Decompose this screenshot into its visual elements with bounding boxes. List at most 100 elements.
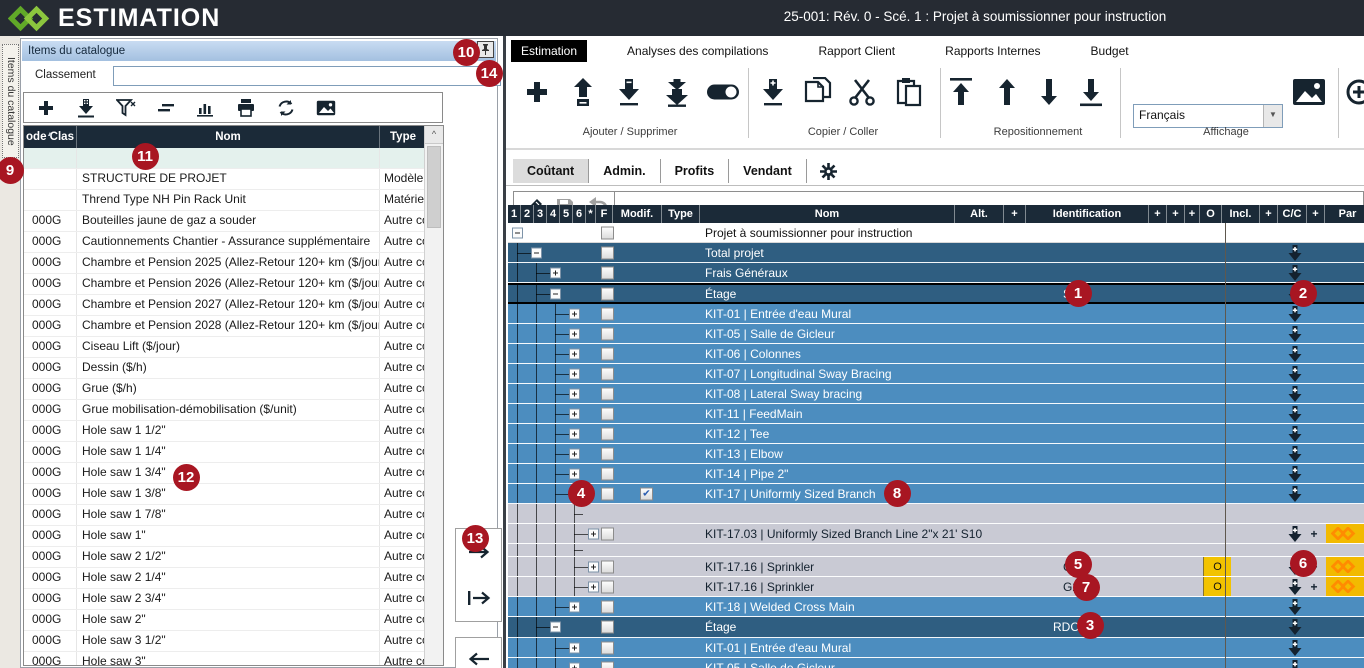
catalog-row[interactable]: STRUCTURE DE PROJETModèle <box>24 169 427 190</box>
catalog-row[interactable]: 000GHole saw 3"Autre coû <box>24 652 427 666</box>
plus-cell[interactable]: + <box>1307 527 1321 541</box>
f-checkbox[interactable] <box>601 307 614 320</box>
f-checkbox[interactable] <box>601 266 614 279</box>
classement-input[interactable] <box>113 66 501 86</box>
f-checkbox[interactable] <box>601 527 614 540</box>
tree-row[interactable]: ÉtageRDC <box>508 617 1364 638</box>
paste-add-icon[interactable] <box>758 77 788 107</box>
expand-expander-icon[interactable] <box>569 468 580 479</box>
tree-table-header[interactable]: 123456*FModif.TypeNomAlt.+Identification… <box>508 205 1364 223</box>
column-header-nom[interactable]: Nom <box>77 126 380 148</box>
tree-row[interactable]: KIT-17.03 | Uniformly Sized Branch Line … <box>508 524 1364 544</box>
tree-row[interactable]: KIT-05 | Salle de Gicleur <box>508 658 1364 668</box>
move-bottom-icon[interactable] <box>1078 77 1104 107</box>
copy-icon[interactable] <box>804 77 832 107</box>
menu-tab-rapports-internes[interactable]: Rapports Internes <box>935 40 1050 62</box>
tree-row[interactable]: KIT-14 | Pipe 2" <box>508 464 1364 484</box>
catalog-row[interactable]: Thrend Type NH Pin Rack UnitMatériel <box>24 190 427 211</box>
catalog-row[interactable]: 000GChambre et Pension 2028 (Allez-Retou… <box>24 316 427 337</box>
include-arrow-icon[interactable] <box>1288 386 1302 402</box>
add-icon[interactable] <box>34 96 58 120</box>
o-flag-cell[interactable]: O <box>1203 557 1231 576</box>
move-up-icon[interactable] <box>994 78 1020 106</box>
tree-row[interactable]: KIT-06 | Colonnes <box>508 344 1364 364</box>
catalog-scrollbar[interactable]: ^ <box>424 126 443 665</box>
tree-column-o[interactable]: O <box>1200 205 1222 223</box>
include-arrow-icon[interactable] <box>1288 265 1302 281</box>
catalog-table-header[interactable]: ▲ ode Clas Nom Type <box>24 126 427 148</box>
tree-row[interactable]: KIT-17.16 | SprinklerG1O + <box>508 557 1364 577</box>
f-checkbox[interactable] <box>601 661 614 668</box>
expand-expander-icon[interactable] <box>588 581 599 592</box>
refresh-icon[interactable] <box>274 96 298 120</box>
o-flag-cell[interactable]: O <box>1203 577 1231 596</box>
f-checkbox[interactable] <box>601 467 614 480</box>
catalog-row[interactable]: 000GHole saw 2"Autre coû <box>24 610 427 631</box>
tree-row[interactable]: KIT-01 | Entrée d'eau Mural <box>508 304 1364 324</box>
catalog-row[interactable]: 000GHole saw 1"Autre coû <box>24 526 427 547</box>
include-arrow-icon[interactable] <box>1288 579 1302 595</box>
pin-icon[interactable] <box>477 41 494 58</box>
catalog-row[interactable]: 000GChambre et Pension 2027 (Allez-Retou… <box>24 295 427 316</box>
expand-expander-icon[interactable] <box>569 642 580 653</box>
include-arrow-icon[interactable] <box>1288 466 1302 482</box>
delete-multiple-icon[interactable] <box>661 77 693 107</box>
catalog-row[interactable]: 000GDessin ($/h)Autre coû <box>24 358 427 379</box>
tree-row[interactable]: KIT-12 | Tee <box>508 424 1364 444</box>
tree-column-f[interactable]: F <box>596 205 613 223</box>
catalog-row[interactable]: 000GHole saw 1 1/2"Autre coû <box>24 421 427 442</box>
catalog-row[interactable]: 000GHole saw 1 3/8"Autre coû <box>24 484 427 505</box>
tree-column-1[interactable]: 1 <box>508 205 521 223</box>
catalog-row[interactable]: 000GHole saw 2 1/2"Autre coû <box>24 547 427 568</box>
catalog-row[interactable]: 000GHole saw 1 7/8"Autre coû <box>24 505 427 526</box>
catalog-row[interactable]: 000GChambre et Pension 2026 (Allez-Retou… <box>24 274 427 295</box>
move-down-icon[interactable] <box>1036 78 1062 106</box>
expand-expander-icon[interactable] <box>569 328 580 339</box>
tree-column-incl[interactable]: Incl. <box>1222 205 1260 223</box>
modif-checkbox-checked[interactable]: ✔ <box>640 487 653 500</box>
menu-tab-analyses-des-compilations[interactable]: Analyses des compilations <box>617 40 778 62</box>
f-checkbox[interactable] <box>601 427 614 440</box>
tree-column-cc[interactable]: C/C <box>1278 205 1307 223</box>
include-arrow-icon[interactable] <box>1288 446 1302 462</box>
include-arrow-icon[interactable] <box>1288 426 1302 442</box>
expand-expander-icon[interactable] <box>569 368 580 379</box>
f-checkbox[interactable] <box>601 347 614 360</box>
include-arrow-icon[interactable] <box>1288 486 1302 502</box>
tree-row[interactable]: KIT-08 | Lateral Sway bracing <box>508 384 1364 404</box>
expand-expander-icon[interactable] <box>569 388 580 399</box>
f-checkbox[interactable] <box>601 387 614 400</box>
f-checkbox[interactable] <box>601 600 614 613</box>
plus-cell[interactable]: + <box>1307 580 1321 594</box>
gear-icon[interactable] <box>807 162 850 181</box>
expand-expander-icon[interactable] <box>569 308 580 319</box>
include-arrow-icon[interactable] <box>1288 640 1302 656</box>
column-header-code[interactable]: ▲ ode Clas <box>24 126 77 148</box>
expand-expander-icon[interactable] <box>569 601 580 612</box>
tree-row[interactable]: ÉtageSS <box>508 283 1364 304</box>
catalog-row[interactable]: 000GChambre et Pension 2025 (Allez-Retou… <box>24 253 427 274</box>
catalog-link-cell[interactable] <box>1326 524 1364 543</box>
language-select[interactable]: Français ▼ <box>1133 104 1283 128</box>
catalog-row[interactable]: 000GBouteilles jaune de gaz a souderAutr… <box>24 211 427 232</box>
include-arrow-icon[interactable] <box>1288 406 1302 422</box>
expand-expander-icon[interactable] <box>588 561 599 572</box>
tree-column-plus-15[interactable]: + <box>1167 205 1185 223</box>
tree-column-4[interactable]: 4 <box>547 205 560 223</box>
catalog-row[interactable]: 000GHole saw 3 1/2"Autre coû <box>24 631 427 652</box>
import-icon[interactable] <box>74 96 98 120</box>
f-checkbox[interactable] <box>601 246 614 259</box>
move-all-right-button[interactable] <box>462 583 496 613</box>
tree-column-plus-14[interactable]: + <box>1149 205 1167 223</box>
tree-row[interactable]: KIT-07 | Longitudinal Sway Bracing <box>508 364 1364 384</box>
include-arrow-icon[interactable] <box>1288 660 1302 668</box>
sub-tab-admin-[interactable]: Admin. <box>589 159 660 183</box>
tree-column-nom[interactable]: Nom <box>700 205 955 223</box>
f-checkbox[interactable] <box>601 487 614 500</box>
scroll-up-icon[interactable]: ^ <box>425 126 443 144</box>
f-checkbox[interactable] <box>601 560 614 573</box>
include-arrow-icon[interactable] <box>1288 326 1302 342</box>
tree-column-alt[interactable]: Alt. <box>955 205 1004 223</box>
toggle-icon[interactable] <box>706 84 740 101</box>
tree-column-identification[interactable]: Identification <box>1026 205 1149 223</box>
